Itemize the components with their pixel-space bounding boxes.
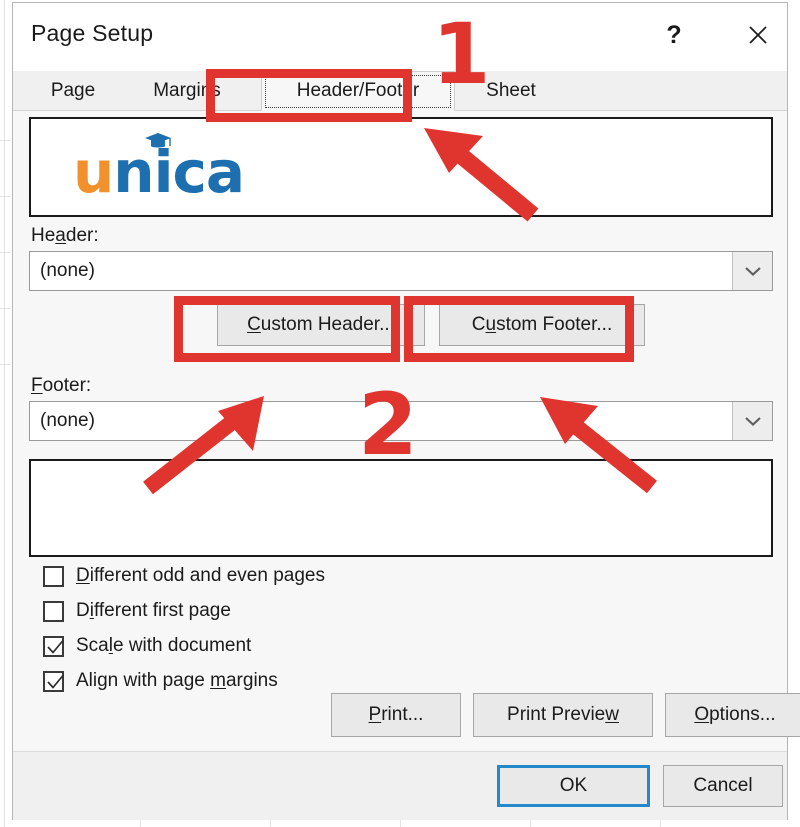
dialog-tabstrip: Page Margins Header/Footer Sheet bbox=[13, 71, 787, 111]
print-button[interactable]: Print... bbox=[331, 693, 461, 737]
cb1-post: fferent first page bbox=[93, 600, 231, 621]
cb3-pre: Align with page bbox=[76, 670, 211, 691]
checkbox-box[interactable] bbox=[43, 565, 64, 587]
tab-sheet-label: Sheet bbox=[486, 80, 536, 101]
checkbox-different-first-page[interactable]: Different first page bbox=[43, 596, 231, 626]
dialog-title: Page Setup bbox=[31, 20, 154, 46]
check-icon bbox=[47, 674, 64, 689]
dialog-titlebar: Page Setup ? bbox=[13, 3, 787, 71]
options-label: Options... bbox=[694, 704, 775, 726]
checkbox-align-with-page-margins[interactable]: Align with page margins bbox=[43, 666, 278, 696]
custom-footer-button[interactable]: Custom Footer... bbox=[439, 304, 645, 346]
cb3-accel: m bbox=[210, 670, 226, 691]
checkbox-box[interactable] bbox=[43, 635, 64, 657]
chevron-down-icon[interactable] bbox=[732, 402, 772, 440]
header-footer-panel: unica Header: (none) Custom Header... Cu… bbox=[13, 111, 800, 751]
dialog-footer-bar: OK Cancel bbox=[13, 751, 787, 820]
pp-accel: w bbox=[605, 704, 619, 725]
tab-margins[interactable]: Margins bbox=[121, 71, 253, 111]
custom-footer-pre: C bbox=[471, 314, 486, 335]
check-icon bbox=[47, 639, 64, 654]
grid-line bbox=[4, 0, 5, 827]
chevron-down-icon[interactable] bbox=[732, 252, 772, 290]
footer-label-accel: F bbox=[31, 375, 43, 396]
cancel-label: Cancel bbox=[693, 775, 753, 796]
grid-line bbox=[0, 140, 10, 141]
tab-sheet[interactable]: Sheet bbox=[457, 71, 565, 111]
ok-button[interactable]: OK bbox=[497, 765, 650, 807]
custom-footer-post: stom Footer... bbox=[496, 314, 613, 335]
graduation-cap-icon bbox=[145, 133, 171, 148]
cb2-post: e with document bbox=[112, 635, 252, 656]
checkbox-label: Different first page bbox=[76, 600, 231, 622]
close-icon[interactable] bbox=[735, 15, 781, 55]
footer-preview-box[interactable] bbox=[29, 459, 773, 557]
header-label-pre: He bbox=[31, 225, 56, 246]
custom-footer-label: Custom Footer... bbox=[472, 314, 612, 336]
custom-header-button[interactable]: Custom Header... bbox=[217, 304, 425, 346]
opt-post: ptions... bbox=[709, 704, 776, 725]
custom-header-accel: C bbox=[247, 314, 261, 335]
print-accel: P bbox=[368, 704, 382, 725]
footer-label-post: ooter: bbox=[42, 375, 92, 396]
checkbox-label: Align with page margins bbox=[76, 670, 278, 692]
header-label-post: der: bbox=[65, 225, 99, 246]
custom-footer-accel: u bbox=[485, 314, 497, 335]
header-preview-box[interactable]: unica bbox=[29, 117, 773, 217]
custom-header-label: Custom Header... bbox=[247, 314, 395, 336]
unica-logo: unica bbox=[73, 143, 245, 201]
header-select-value: (none) bbox=[40, 260, 95, 281]
header-label-accel: a bbox=[55, 225, 66, 246]
opt-accel: O bbox=[694, 704, 710, 725]
custom-header-post: ustom Header... bbox=[260, 314, 395, 335]
print-preview-label: Print Preview bbox=[507, 704, 619, 726]
header-field-label: Header: bbox=[31, 225, 99, 247]
print-label: Print... bbox=[369, 704, 424, 726]
tab-page[interactable]: Page bbox=[25, 71, 121, 111]
ok-label: OK bbox=[559, 775, 588, 796]
tab-page-label: Page bbox=[50, 80, 96, 101]
checkbox-scale-with-document[interactable]: Scale with document bbox=[43, 631, 251, 661]
print-preview-button[interactable]: Print Preview bbox=[473, 693, 653, 737]
logo-text-u: u bbox=[73, 138, 114, 206]
checkbox-box[interactable] bbox=[43, 670, 64, 692]
tab-header-footer[interactable]: Header/Footer bbox=[261, 71, 455, 111]
footer-select[interactable]: (none) bbox=[29, 401, 773, 441]
footer-select-value: (none) bbox=[40, 410, 95, 431]
grid-line bbox=[0, 196, 10, 197]
options-button[interactable]: Options... bbox=[665, 693, 800, 737]
grid-line bbox=[0, 308, 10, 309]
print-post: rint... bbox=[381, 704, 424, 725]
cb2-pre: Sca bbox=[76, 635, 109, 656]
pp-pre: Print Previe bbox=[507, 704, 606, 725]
grid-line bbox=[0, 364, 10, 365]
cb0-post: ifferent odd and even pages bbox=[89, 565, 325, 586]
cb3-post: argins bbox=[225, 670, 278, 691]
logo-text-nica: nica bbox=[113, 138, 245, 206]
cb1-pre: D bbox=[76, 600, 90, 621]
footer-field-label: Footer: bbox=[31, 375, 91, 397]
grid-line bbox=[0, 252, 10, 253]
checkbox-box[interactable] bbox=[43, 600, 64, 622]
cancel-button[interactable]: Cancel bbox=[663, 765, 783, 807]
tab-focus-ring bbox=[265, 75, 451, 108]
help-icon[interactable]: ? bbox=[651, 15, 697, 55]
checkbox-different-odd-even[interactable]: Different odd and even pages bbox=[43, 561, 325, 591]
checkbox-label: Different odd and even pages bbox=[76, 565, 325, 587]
header-select[interactable]: (none) bbox=[29, 251, 773, 291]
cb0-accel: D bbox=[76, 565, 90, 586]
tab-margins-label: Margins bbox=[153, 80, 221, 101]
page-setup-dialog: Page Setup ? Page Margins Header/Footer … bbox=[12, 2, 800, 820]
checkbox-label: Scale with document bbox=[76, 635, 251, 657]
